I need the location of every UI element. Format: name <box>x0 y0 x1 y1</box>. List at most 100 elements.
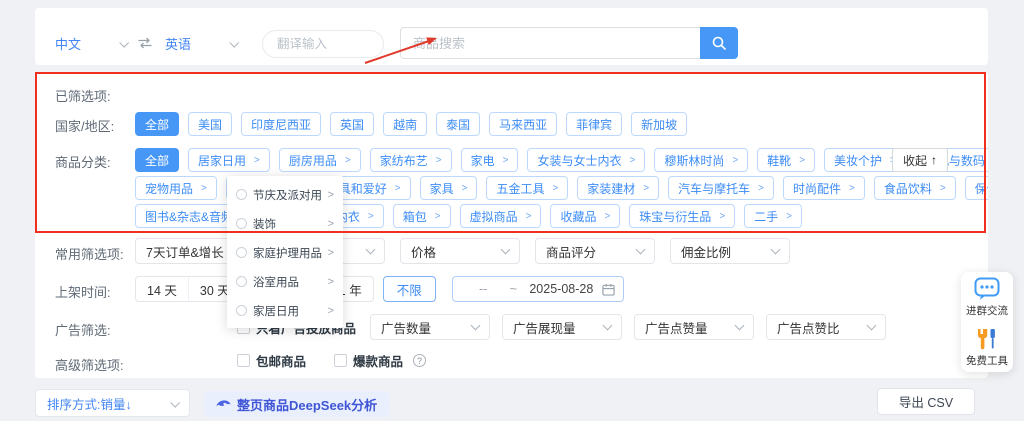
submenu-item[interactable]: 浴室用品 > <box>227 267 343 296</box>
category-chip[interactable]: 家具 <box>420 176 478 200</box>
submenu-item[interactable]: 装饰 > <box>227 209 343 238</box>
radio-icon[interactable] <box>236 218 247 229</box>
checkbox[interactable] <box>237 354 250 367</box>
chevron-down-icon <box>735 320 745 330</box>
target-language-select[interactable]: 英语 <box>165 28 237 58</box>
tools-label: 免费工具 <box>966 353 1008 368</box>
category-chip-all[interactable]: 全部 <box>135 148 179 172</box>
ads-metric-select[interactable]: 广告展现量 <box>502 314 622 340</box>
radio-icon[interactable] <box>236 305 247 316</box>
chevron-down-icon <box>501 244 511 254</box>
time-unlimited-button[interactable]: 不限 <box>383 276 436 302</box>
sort-select[interactable]: 排序方式:销量↓ <box>35 389 190 417</box>
radio-icon[interactable] <box>236 276 247 287</box>
search-button[interactable] <box>700 27 738 59</box>
collapse-categories-button[interactable]: 收起 ↑ <box>892 148 948 172</box>
category-chip[interactable]: 居家日用 <box>188 148 270 172</box>
category-chip[interactable]: 食品饮料 <box>874 176 956 200</box>
checkbox[interactable] <box>334 354 347 367</box>
chevron-right-icon: > <box>328 305 334 317</box>
category-submenu: 节庆及派对用品 > 装饰 > 家庭护理用品 > 浴室用品 > 家居日用 > 家居 <box>227 176 343 328</box>
country-chip[interactable]: 菲律宾 <box>566 112 622 136</box>
hot-products-checkbox-group[interactable]: 爆款商品 ? <box>334 351 426 370</box>
translate-input[interactable] <box>262 30 384 58</box>
category-chip[interactable]: 厨房用品 <box>279 148 361 172</box>
category-chip[interactable]: 家纺布艺 <box>370 148 452 172</box>
submenu-item[interactable]: 家庭护理用品 > <box>227 238 343 267</box>
chat-bubble-icon <box>974 277 1000 301</box>
collapse-label: 收起 <box>903 152 927 169</box>
category-chip[interactable]: 收藏品 <box>550 204 620 228</box>
chat-label: 进群交流 <box>966 303 1008 318</box>
free-tools-button[interactable]: 免费工具 <box>966 327 1008 368</box>
country-chip[interactable]: 越南 <box>383 112 427 136</box>
target-language-value: 英语 <box>165 34 191 53</box>
source-language-value: 中文 <box>55 34 81 53</box>
country-chip[interactable]: 新加坡 <box>631 112 687 136</box>
date-range-picker[interactable]: -- ~ 2025-08-28 <box>452 276 624 302</box>
sort-value: 排序方式:销量↓ <box>47 394 132 413</box>
common-filters-label: 常用筛选项: <box>55 244 124 263</box>
submenu-item[interactable]: 家居收纳 > <box>227 325 343 328</box>
category-chip[interactable]: 家装建材 <box>577 176 659 200</box>
ads-metric-select[interactable]: 广告点赞比 <box>766 314 886 340</box>
calendar-icon <box>602 283 615 296</box>
chevron-right-icon: > <box>328 218 334 230</box>
filter-select[interactable]: 价格 <box>400 238 520 264</box>
country-chip[interactable]: 美国 <box>188 112 232 136</box>
country-label: 国家/地区: <box>55 116 114 135</box>
category-chip[interactable]: 宠物用品 <box>135 176 217 200</box>
country-chip[interactable]: 英国 <box>330 112 374 136</box>
country-chip[interactable]: 马来西亚 <box>489 112 557 136</box>
free-shipping-checkbox-group[interactable]: 包邮商品 <box>237 351 306 370</box>
deepseek-analysis-button[interactable]: 整页商品DeepSeek分析 <box>204 391 389 417</box>
question-circle-icon[interactable]: ? <box>413 354 426 367</box>
date-start-value: -- <box>461 282 506 296</box>
category-chip[interactable]: 五金工具 <box>486 176 568 200</box>
country-chip[interactable]: 印度尼西亚 <box>241 112 321 136</box>
listing-time-label: 上架时间: <box>55 282 111 301</box>
category-chip[interactable]: 鞋靴 <box>757 148 815 172</box>
hot-products-label: 爆款商品 <box>353 351 403 370</box>
time-segment[interactable]: 14 天 <box>136 277 188 301</box>
submenu-item[interactable]: 节庆及派对用品 > <box>227 180 343 209</box>
category-chip[interactable]: 时尚配件 <box>783 176 865 200</box>
category-chip[interactable]: 箱包 <box>393 204 451 228</box>
country-chip-all[interactable]: 全部 <box>135 112 179 136</box>
free-shipping-label: 包邮商品 <box>256 351 306 370</box>
chevron-down-icon <box>229 37 239 47</box>
source-language-select[interactable]: 中文 <box>55 28 127 58</box>
category-chip[interactable]: 二手 <box>744 204 802 228</box>
translate-search-bar: 中文 英语 <box>35 8 988 65</box>
filter-select[interactable]: 商品评分 <box>535 238 655 264</box>
chevron-down-icon <box>636 244 646 254</box>
chevron-right-icon: > <box>328 189 334 201</box>
submenu-item[interactable]: 家居日用 > <box>227 296 343 325</box>
product-search-input[interactable] <box>400 27 700 59</box>
ads-metric-select[interactable]: 广告点赞量 <box>634 314 754 340</box>
whale-icon <box>216 399 231 410</box>
category-chip[interactable]: 保健 <box>965 176 988 200</box>
join-group-chat-button[interactable]: 进群交流 <box>966 277 1008 318</box>
radio-icon[interactable] <box>236 189 247 200</box>
chevron-down-icon <box>771 244 781 254</box>
deepseek-button-label: 整页商品DeepSeek分析 <box>237 395 377 414</box>
country-chip[interactable]: 泰国 <box>436 112 480 136</box>
floating-side-widget: 进群交流 免费工具 <box>961 272 1013 372</box>
chevron-down-icon <box>170 397 180 407</box>
radio-icon[interactable] <box>236 247 247 258</box>
export-csv-button[interactable]: 导出 CSV <box>877 388 975 415</box>
ads-metric-select[interactable]: 广告数量 <box>370 314 490 340</box>
category-chip-row-1: 全部 居家日用厨房用品家纺布艺家电女装与女士内衣穆斯林时尚鞋靴美妆个护手机与数码… <box>135 148 974 172</box>
product-search-group <box>400 27 738 59</box>
category-chip[interactable]: 虚拟商品 <box>460 204 542 228</box>
category-chip[interactable]: 家电 <box>461 148 519 172</box>
filter-panel: 已筛选项: 国家/地区: 全部 美国印度尼西亚英国越南泰国马来西亚菲律宾新加坡 … <box>35 72 988 378</box>
swap-languages-icon[interactable] <box>137 36 153 54</box>
category-chip[interactable]: 女装与女士内衣 <box>527 148 645 172</box>
filter-select[interactable]: 佣金比例 <box>670 238 790 264</box>
date-end-value: 2025-08-28 <box>521 282 602 296</box>
category-chip[interactable]: 珠宝与衍生品 <box>629 204 735 228</box>
category-chip[interactable]: 穆斯林时尚 <box>654 148 748 172</box>
category-chip[interactable]: 汽车与摩托车 <box>668 176 774 200</box>
